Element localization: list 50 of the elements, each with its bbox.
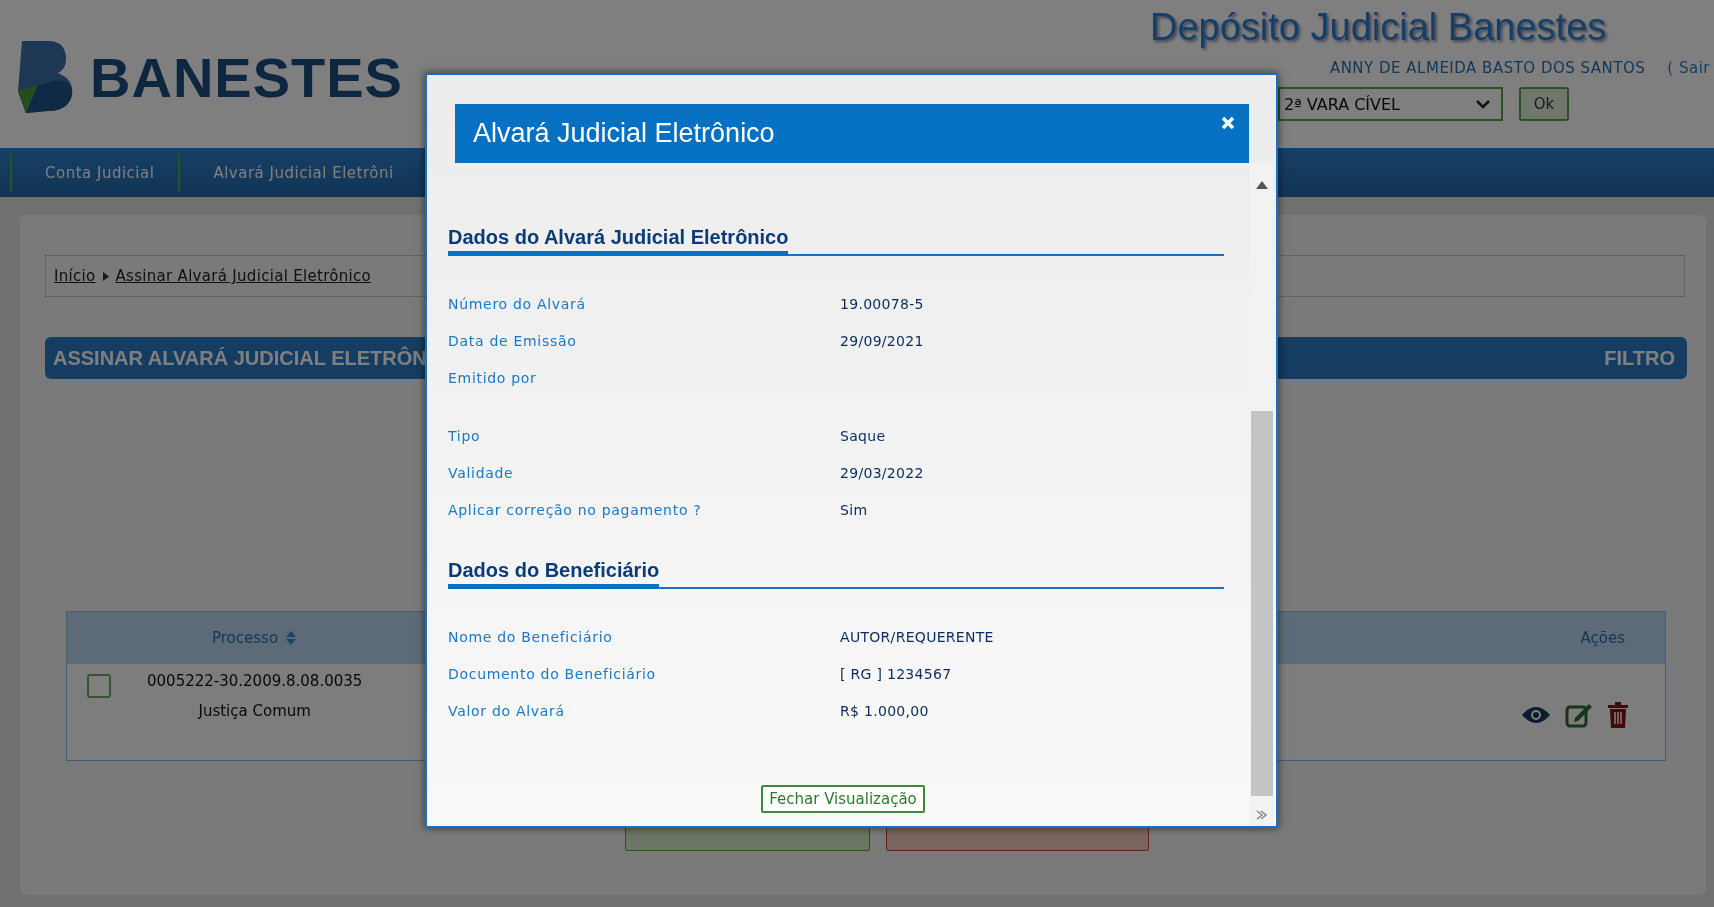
page-title: ASSINAR ALVARÁ JUDICIAL ELETRÔN bbox=[53, 346, 427, 370]
sort-icon bbox=[286, 631, 297, 645]
column-header[interactable]: Ações bbox=[1580, 629, 1625, 647]
section-heading: Dados do Beneficiário bbox=[448, 559, 660, 589]
field-value: R$ 1.000,00 bbox=[840, 703, 929, 719]
logo-text: BANESTES bbox=[90, 44, 403, 110]
field-label: Nome do Beneficiário bbox=[448, 629, 614, 645]
process-number: 0005222-30.2009.8.08.0035 bbox=[147, 672, 363, 690]
field-value: AUTOR/REQUERENTE bbox=[840, 629, 994, 645]
modal-title: Alvará Judicial Eletrônico bbox=[473, 118, 775, 149]
field-label: Valor do Alvará bbox=[448, 703, 566, 719]
close-view-button[interactable]: Fechar Visualização bbox=[761, 785, 925, 813]
section-heading: Dados do Alvará Judicial Eletrônico bbox=[448, 226, 789, 256]
close-icon[interactable] bbox=[1221, 116, 1235, 130]
resize-grip-icon[interactable] bbox=[1256, 810, 1268, 820]
field-value: 29/03/2022 bbox=[840, 465, 924, 481]
field-value: [ RG ] 1234567 bbox=[840, 666, 952, 682]
field-label: Tipo bbox=[448, 428, 482, 444]
column-header[interactable]: Processo bbox=[212, 629, 297, 647]
breadcrumb-link[interactable]: Início bbox=[54, 267, 96, 285]
court-name: Justiça Comum bbox=[198, 702, 311, 720]
app-title: Depósito Judicial Banestes bbox=[1150, 6, 1608, 49]
field-value: 19.00078-5 bbox=[840, 296, 924, 312]
logout-link[interactable]: ( Sair bbox=[1667, 59, 1710, 77]
field-value: 29/09/2021 bbox=[840, 333, 924, 349]
ok-button[interactable]: Ok bbox=[1519, 87, 1569, 121]
breadcrumb-link[interactable]: Assinar Alvará Judicial Eletrônico bbox=[115, 267, 372, 285]
field-label: Documento do Beneficiário bbox=[448, 666, 657, 682]
chevron-down-icon bbox=[1475, 99, 1491, 109]
eye-icon[interactable] bbox=[1521, 705, 1551, 725]
row-checkbox[interactable] bbox=[87, 674, 111, 698]
field-label: Emitido por bbox=[448, 370, 538, 386]
scroll-up-icon[interactable] bbox=[1256, 181, 1268, 189]
field-label: Data de Emissão bbox=[448, 333, 578, 349]
field-label: Aplicar correção no pagamento ? bbox=[448, 502, 703, 518]
field-label: Validade bbox=[448, 465, 515, 481]
trash-icon[interactable] bbox=[1607, 702, 1629, 728]
field-value: Saque bbox=[840, 428, 886, 444]
nav-item[interactable]: Conta Judicial bbox=[10, 153, 179, 192]
nav-item[interactable]: Alvará Judicial Eletrôni bbox=[178, 153, 418, 192]
user-name: ANNY DE ALMEIDA BASTO DOS SANTOS bbox=[1329, 59, 1646, 77]
scrollbar[interactable] bbox=[1250, 163, 1274, 826]
breadcrumb-arrow-icon bbox=[102, 271, 109, 281]
court-select[interactable]: 2ª VARA CÍVEL bbox=[1278, 87, 1503, 121]
scrollbar-thumb[interactable] bbox=[1251, 411, 1273, 796]
filter-link[interactable]: FILTRO bbox=[1604, 346, 1675, 370]
logo-icon bbox=[18, 41, 74, 113]
field-value: Sim bbox=[840, 502, 868, 518]
edit-icon[interactable] bbox=[1565, 702, 1593, 728]
field-label: Número do Alvará bbox=[448, 296, 587, 312]
